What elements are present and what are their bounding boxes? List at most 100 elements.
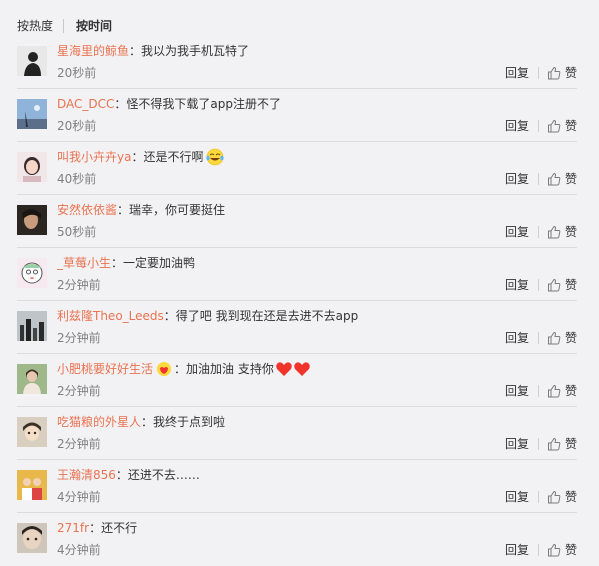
comment-time: 2分钟前 [57, 331, 101, 345]
thumbs-up-icon [547, 119, 565, 133]
comment-list: 星海里的鲸鱼：我以为我手机瓦特了 20秒前 回复 赞 DAC_DCC：怪不得我下… [0, 36, 599, 566]
like-button[interactable]: 赞 [547, 489, 577, 505]
comment-time: 2分钟前 [57, 278, 101, 292]
like-label: 赞 [564, 437, 577, 451]
silhouette-avatar[interactable] [17, 46, 47, 76]
comment-username[interactable]: 271fr [57, 519, 89, 537]
tab-sort-by-hot[interactable]: 按热度 [17, 14, 53, 38]
comment-actions: 回复 赞 [505, 277, 577, 293]
reply-button[interactable]: 回复 [505, 118, 529, 134]
comment-username[interactable]: _草莓小生 [57, 254, 111, 272]
like-button[interactable]: 赞 [547, 118, 577, 134]
action-divider [537, 279, 539, 291]
like-button[interactable]: 赞 [547, 436, 577, 452]
like-label: 赞 [564, 278, 577, 292]
comment-item: 吃猫粮的外星人：我终于点到啦 2分钟前 回复 赞 [0, 407, 599, 460]
comment-item: 王瀚清856：还进不去…… 4分钟前 回复 赞 [0, 460, 599, 513]
reply-button[interactable]: 回复 [505, 277, 529, 293]
colon-separator: ： [111, 256, 124, 270]
comment-time: 20秒前 [57, 119, 97, 133]
comment-text: 加油加油 支持你 [186, 362, 274, 376]
action-divider [537, 544, 539, 556]
like-label: 赞 [564, 172, 577, 186]
comment-item: 星海里的鲸鱼：我以为我手机瓦特了 20秒前 回复 赞 [0, 36, 599, 89]
comment-line: 小肥桃要好好生活 ：加油加油 支持你 [57, 360, 311, 378]
thumbs-up-icon [547, 66, 565, 80]
like-label: 赞 [564, 66, 577, 80]
like-button[interactable]: 赞 [547, 224, 577, 240]
cartoon-avatar[interactable] [17, 258, 47, 288]
comment-actions: 回复 赞 [505, 171, 577, 187]
photo-avatar[interactable] [17, 364, 47, 394]
comment-username[interactable]: 王瀚清856 [57, 466, 116, 484]
like-button[interactable]: 赞 [547, 383, 577, 399]
tab-sort-by-time[interactable]: 按时间 [76, 14, 112, 38]
comment-actions: 回复 赞 [505, 489, 577, 505]
comment-text: 得了吧 我到现在还是去进不去app [175, 309, 359, 323]
comment-line: 271fr：还不行 [57, 519, 137, 537]
comment-username[interactable]: 叫我小卉卉ya [57, 148, 131, 166]
comment-username[interactable]: 吃猫粮的外星人 [57, 413, 141, 431]
reply-button[interactable]: 回复 [505, 224, 529, 240]
colon-separator: ： [114, 97, 127, 111]
face-avatar[interactable] [17, 523, 47, 553]
like-button[interactable]: 赞 [547, 542, 577, 558]
comment-text: 我以为我手机瓦特了 [141, 44, 250, 58]
thumbs-up-icon [547, 278, 565, 292]
comment-text: 还不行 [101, 521, 138, 535]
comment-time: 40秒前 [57, 172, 97, 186]
comment-text: 还进不去…… [127, 468, 200, 482]
thumbs-up-icon [547, 384, 565, 398]
comment-line: 安然依依酱：瑞幸，你可要挺住 [57, 201, 225, 219]
sort-tabs: 按热度 按时间 [17, 14, 112, 38]
anime-avatar[interactable] [17, 417, 47, 447]
comment-actions: 回复 赞 [505, 65, 577, 81]
action-divider [537, 491, 539, 503]
comment-username[interactable]: 利兹隆Theo_Leeds [57, 307, 164, 325]
thumbs-up-icon [547, 490, 565, 504]
comment-time: 2分钟前 [57, 437, 101, 451]
colon-separator: ： [117, 203, 130, 217]
comment-username[interactable]: DAC_DCC [57, 95, 114, 113]
reply-button[interactable]: 回复 [505, 542, 529, 558]
like-button[interactable]: 赞 [547, 65, 577, 81]
dark-portrait-avatar[interactable] [17, 205, 47, 235]
comment-text: 我终于点到啦 [153, 415, 226, 429]
thumbs-up-icon [547, 331, 565, 345]
comment-item: 叫我小卉卉ya：还是不行啊 40秒前 回复 赞 [0, 142, 599, 195]
comment-username[interactable]: 安然依依酱 [57, 201, 117, 219]
comment-actions: 回复 赞 [505, 436, 577, 452]
reply-button[interactable]: 回复 [505, 330, 529, 346]
comment-actions: 回复 赞 [505, 330, 577, 346]
like-button[interactable]: 赞 [547, 171, 577, 187]
comment-time: 2分钟前 [57, 384, 101, 398]
comment-item: _草莓小生：一定要加油鸭 2分钟前 回复 赞 [0, 248, 599, 301]
comment-line: 吃猫粮的外星人：我终于点到啦 [57, 413, 225, 431]
comment-item: 利兹隆Theo_Leeds：得了吧 我到现在还是去进不去app 2分钟前 回复 … [0, 301, 599, 354]
like-button[interactable]: 赞 [547, 330, 577, 346]
comment-item: 安然依依酱：瑞幸，你可要挺住 50秒前 回复 赞 [0, 195, 599, 248]
colon-separator: ： [174, 362, 187, 376]
like-label: 赞 [564, 490, 577, 504]
comment-actions: 回复 赞 [505, 383, 577, 399]
landscape-avatar[interactable] [17, 99, 47, 129]
reply-button[interactable]: 回复 [505, 489, 529, 505]
reply-button[interactable]: 回复 [505, 436, 529, 452]
reply-button[interactable]: 回复 [505, 383, 529, 399]
city-avatar[interactable] [17, 311, 47, 341]
comment-text: 怪不得我下载了app注册不了 [126, 97, 282, 111]
group-avatar[interactable] [17, 470, 47, 500]
like-button[interactable]: 赞 [547, 277, 577, 293]
action-divider [537, 438, 539, 450]
comment-item: DAC_DCC：怪不得我下载了app注册不了 20秒前 回复 赞 [0, 89, 599, 142]
like-label: 赞 [564, 384, 577, 398]
comment-line: _草莓小生：一定要加油鸭 [57, 254, 195, 272]
comment-username[interactable]: 星海里的鲸鱼 [57, 42, 129, 60]
like-label: 赞 [564, 543, 577, 557]
comment-username[interactable]: 小肥桃要好好生活 [57, 360, 153, 378]
reply-button[interactable]: 回复 [505, 171, 529, 187]
like-label: 赞 [564, 225, 577, 239]
comment-actions: 回复 赞 [505, 118, 577, 134]
girl-avatar[interactable] [17, 152, 47, 182]
reply-button[interactable]: 回复 [505, 65, 529, 81]
